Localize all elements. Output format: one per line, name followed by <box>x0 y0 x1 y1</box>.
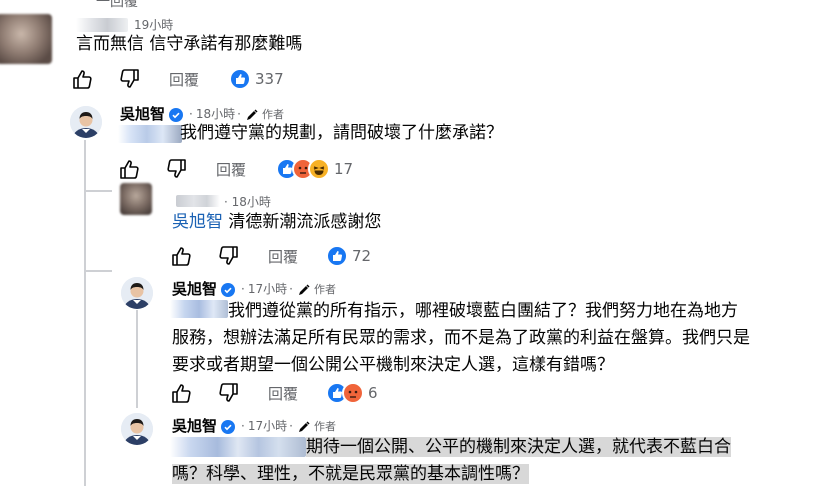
thread-line <box>136 310 138 408</box>
comment-text: 言而無信 信守承諾有那麼難嗎 <box>76 34 303 54</box>
dislike-icon[interactable] <box>166 158 188 180</box>
separator-dot: · <box>189 106 193 121</box>
separator-dot: · <box>241 418 245 433</box>
reaction-summary[interactable]: 6 <box>326 382 378 404</box>
reaction-count: 6 <box>368 384 378 402</box>
comment-text: 吳旭智 清德新潮流派感謝您 <box>172 212 382 232</box>
reaction-count: 337 <box>255 70 284 88</box>
like-reaction-icon <box>229 68 252 90</box>
comment-time[interactable]: 17小時 <box>248 280 287 297</box>
reaction-count: 17 <box>334 160 354 178</box>
comment-actions: 回覆 72 <box>170 245 371 267</box>
reaction-summary[interactable]: 17 <box>276 158 353 180</box>
comment-header: 吳旭智 · 17小時 · 作者 <box>172 415 336 436</box>
reaction-count: 72 <box>352 247 372 265</box>
separator-dot: · <box>237 106 241 121</box>
comment-text: 期待一個公開、公平的機制來決定人選，就代表不藍白合 嗎？科學、理性，不就是民眾黨… <box>172 434 832 488</box>
like-icon[interactable] <box>118 158 140 180</box>
dislike-icon[interactable] <box>218 245 240 267</box>
author-name[interactable]: 吳旭智 <box>172 278 217 299</box>
avatar[interactable] <box>121 413 153 445</box>
thread-line <box>84 190 86 486</box>
comment-line: 要求或者期望一個公開公平機制來決定人選，這樣有錯嗎？ <box>172 355 614 375</box>
verified-badge-icon <box>169 107 184 122</box>
reply-button[interactable]: 回覆 <box>268 383 298 404</box>
redacted-username <box>176 195 220 207</box>
thread-line <box>84 140 86 190</box>
redacted-username <box>76 18 128 32</box>
like-icon[interactable] <box>71 68 93 90</box>
comment-actions: 回覆 17 <box>118 158 353 180</box>
comment-time[interactable]: 17小時 <box>248 417 287 434</box>
comment-header: 吳旭智 · 17小時 · 作者 <box>172 278 336 299</box>
previous-reply-link[interactable]: 一回覆 <box>96 0 138 11</box>
mention-link[interactable]: 吳旭智 <box>172 212 223 232</box>
author-badge: 作者 <box>313 282 336 296</box>
avatar[interactable] <box>70 106 102 138</box>
comment-actions: 回覆 337 <box>71 68 284 90</box>
comment-line: 服務，想辦法滿足所有民眾的需求，而不是為了政黨的利益在盤算。我們只是 <box>172 328 750 348</box>
author-badge: 作者 <box>313 419 336 433</box>
comment-time[interactable]: · 18小時 <box>224 193 271 210</box>
thread-line <box>84 270 112 272</box>
pen-icon <box>297 419 311 433</box>
like-icon[interactable] <box>170 245 192 267</box>
comment-text: 我們遵守黨的規劃，請問破壞了什麼承諾？ <box>180 123 503 143</box>
comment-text: 我們遵從黨的所有指示，哪裡破壞藍白團結了？我們努力地在為地方 服務，想辦法滿足所… <box>172 298 832 379</box>
author-name[interactable]: 吳旭智 <box>120 103 165 124</box>
verified-badge-icon <box>221 282 236 297</box>
reply-button[interactable]: 回覆 <box>169 69 199 90</box>
separator-dot: · <box>289 281 293 296</box>
dislike-icon[interactable] <box>119 68 141 90</box>
reaction-summary[interactable]: 337 <box>229 68 284 90</box>
reaction-summary[interactable]: 72 <box>326 245 371 267</box>
pen-icon <box>297 282 311 296</box>
comment-actions: 回覆 6 <box>170 382 378 404</box>
separator-dot: · <box>241 281 245 296</box>
comment-line: 我們遵從黨的所有指示，哪裡破壞藍白團結了？我們努力地在為地方 <box>228 301 738 321</box>
avatar[interactable] <box>120 183 152 215</box>
reply-button[interactable]: 回覆 <box>216 159 246 180</box>
highlighted-text: 嗎？科學、理性，不就是民眾黨的基本調性嗎？ <box>172 464 529 484</box>
like-icon[interactable] <box>170 382 192 404</box>
highlighted-text: 期待一個公開、公平的機制來決定人選，就代表不藍白合 <box>306 437 731 457</box>
haha-reaction-icon <box>308 158 331 180</box>
avatar[interactable] <box>0 14 52 64</box>
pen-icon <box>245 107 259 121</box>
like-reaction-icon <box>326 245 349 267</box>
verified-badge-icon <box>221 419 236 434</box>
thread-line <box>84 190 112 192</box>
reply-button[interactable]: 回覆 <box>268 246 298 267</box>
angry-reaction-icon <box>342 382 365 404</box>
avatar[interactable] <box>121 277 153 309</box>
separator-dot: · <box>289 418 293 433</box>
author-name[interactable]: 吳旭智 <box>172 415 217 436</box>
dislike-icon[interactable] <box>218 382 240 404</box>
redacted-mention <box>118 125 182 143</box>
